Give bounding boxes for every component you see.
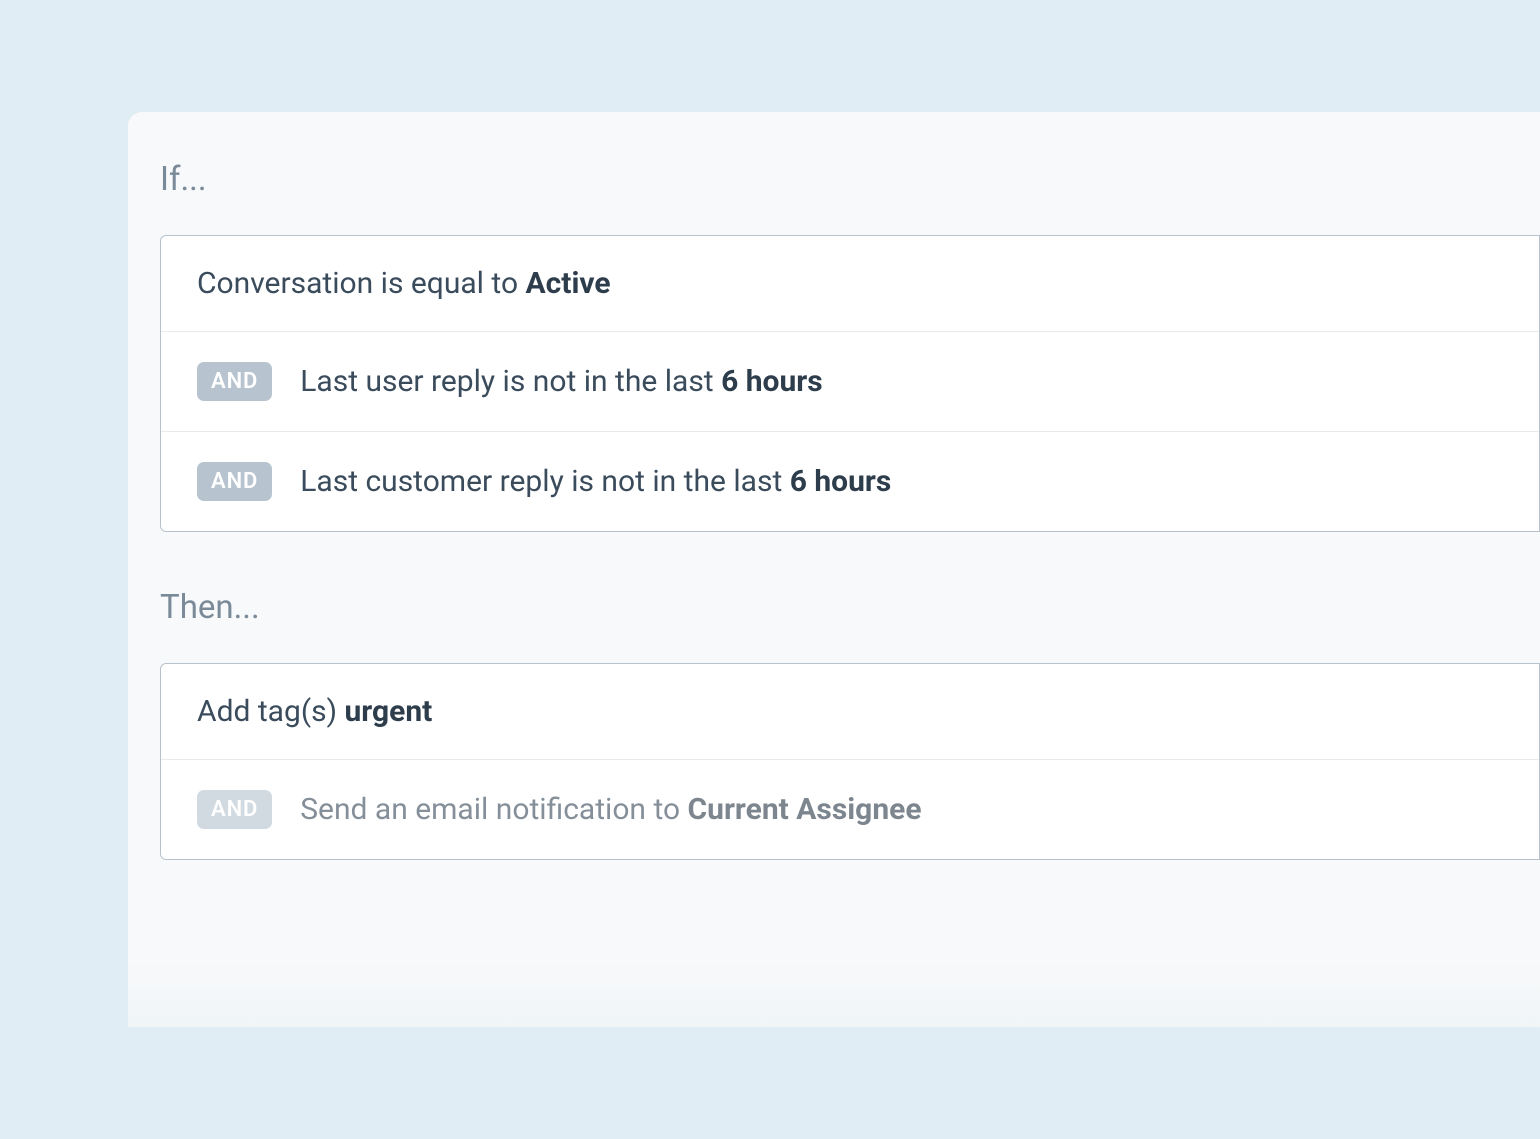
condition-text: Conversation is equal to Active: [197, 266, 611, 301]
workflow-panel: If... Conversation is equal to Active AN…: [128, 112, 1540, 1027]
and-badge: AND: [197, 462, 272, 501]
conditions-box: Conversation is equal to Active AND Last…: [160, 235, 1540, 532]
actions-box: Add tag(s) urgent AND Send an email noti…: [160, 663, 1540, 860]
if-heading: If...: [160, 160, 1540, 199]
condition-row[interactable]: AND Last user reply is not in the last 6…: [161, 332, 1539, 432]
condition-row[interactable]: Conversation is equal to Active: [161, 236, 1539, 332]
action-row[interactable]: AND Send an email notification to Curren…: [161, 760, 1539, 859]
then-heading: Then...: [160, 588, 1540, 627]
condition-text: Last user reply is not in the last 6 hou…: [300, 364, 822, 399]
condition-row[interactable]: AND Last customer reply is not in the la…: [161, 432, 1539, 531]
condition-text: Last customer reply is not in the last 6…: [300, 464, 891, 499]
and-badge: AND: [197, 362, 272, 401]
and-badge: AND: [197, 790, 272, 829]
action-row[interactable]: Add tag(s) urgent: [161, 664, 1539, 760]
action-text: Add tag(s) urgent: [197, 694, 432, 729]
action-text: Send an email notification to Current As…: [300, 792, 921, 827]
